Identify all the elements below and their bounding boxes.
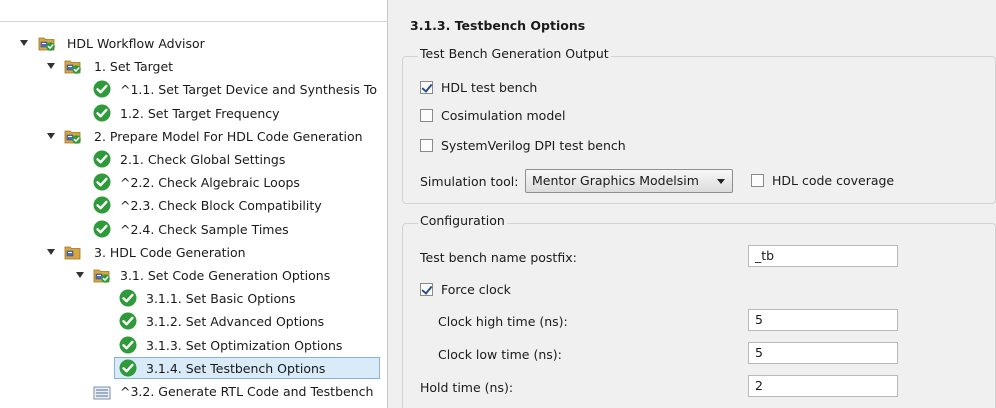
hdl-code-coverage-label: HDL code coverage — [772, 173, 895, 188]
tree-item[interactable]: 3.1.3. Set Optimization Options — [0, 334, 387, 357]
tree-item-label: 3.1. Set Code Generation Options — [120, 268, 331, 283]
systemverilog-dpi-label: SystemVerilog DPI test bench — [441, 138, 626, 153]
folder-icon — [64, 244, 82, 261]
cosimulation-model-label: Cosimulation model — [441, 108, 566, 123]
tree-item-label: 2. Prepare Model For HDL Code Generation — [94, 128, 363, 144]
tree-header-band — [0, 0, 387, 22]
tree-item[interactable]: 3.1.2. Set Advanced Options — [0, 310, 387, 333]
panel-title: 3.1.3. Testbench Options — [410, 18, 586, 33]
tree-item[interactable]: ^1.1. Set Target Device and Synthesis To — [0, 78, 387, 101]
hdl-test-bench-checkbox[interactable] — [420, 81, 433, 94]
tree-item[interactable]: 2. Prepare Model For HDL Code Generation — [0, 125, 387, 148]
tree-item-label: 3.1.2. Set Advanced Options — [146, 314, 325, 330]
tree-item-label: 2.1. Check Global Settings — [120, 152, 286, 167]
tree-item[interactable]: 3. HDL Code Generation — [0, 241, 387, 264]
passed-check-icon — [93, 220, 111, 238]
simulation-tool-label: Simulation tool: — [420, 174, 519, 189]
tree-item[interactable]: ^2.2. Check Algebraic Loops — [0, 171, 387, 194]
tree-item-label: HDL Workflow Advisor — [67, 36, 205, 51]
force-clock-checkbox[interactable] — [420, 283, 433, 296]
tree-item-label: 3.1.4. Set Testbench Options — [146, 360, 326, 376]
tree-item-label: ^1.1. Set Target Device and Synthesis To — [120, 82, 378, 98]
clock-high-time-input[interactable]: 5 — [748, 309, 898, 331]
tree-item-label: 1. Set Target — [94, 59, 174, 75]
folder-check-icon — [64, 58, 82, 75]
tree-item[interactable]: 3.1.4. Set Testbench Options — [0, 356, 387, 380]
test-bench-generation-output-label: Test Bench Generation Output — [418, 46, 611, 61]
folder-check-icon — [38, 35, 56, 52]
tree-item[interactable]: 1. Set Target — [0, 55, 387, 78]
tree-item[interactable]: HDL Workflow Advisor — [0, 32, 387, 55]
expand-triangle-icon[interactable] — [47, 63, 55, 70]
tree-item-label: ^2.2. Check Algebraic Loops — [120, 175, 300, 191]
clock-high-time-label: Clock high time (ns): — [438, 314, 568, 329]
simulation-tool-value: Mentor Graphics Modelsim — [532, 173, 699, 188]
hold-time-label: Hold time (ns): — [420, 380, 514, 395]
tree-item[interactable]: ^3.2. Generate RTL Code and Testbench — [0, 380, 387, 403]
clock-low-time-input[interactable]: 5 — [748, 342, 898, 364]
expand-triangle-icon[interactable] — [47, 132, 55, 139]
passed-check-icon — [93, 173, 111, 191]
passed-check-icon — [119, 289, 137, 307]
workflow-tree: HDL Workflow Advisor 1. Set Target ^1.1. S… — [0, 0, 388, 408]
tree-item[interactable]: ^2.3. Check Block Compatibility — [0, 194, 387, 217]
folder-check-icon — [93, 267, 111, 284]
testbench-options-panel: 3.1.3. Testbench Options Test Bench Gene… — [388, 0, 996, 408]
tree-item[interactable]: 3.1.1. Set Basic Options — [0, 287, 387, 310]
hdl-test-bench-label: HDL test bench — [441, 80, 538, 95]
passed-check-icon — [119, 359, 137, 377]
tree-item[interactable]: 3.1. Set Code Generation Options — [0, 264, 387, 287]
passed-check-icon — [93, 80, 111, 98]
simulation-tool-dropdown[interactable]: Mentor Graphics Modelsim — [525, 169, 733, 193]
passed-check-icon — [93, 196, 111, 214]
expand-triangle-icon[interactable] — [47, 248, 55, 255]
chevron-down-icon — [717, 179, 725, 184]
hdl-code-coverage-checkbox[interactable] — [751, 174, 764, 187]
tree-item[interactable]: ^2.4. Check Sample Times — [0, 218, 387, 241]
expand-triangle-icon[interactable] — [20, 40, 28, 46]
expand-triangle-icon[interactable] — [76, 272, 84, 278]
tree-item-label: ^3.2. Generate RTL Code and Testbench — [120, 384, 374, 399]
passed-check-icon — [93, 150, 111, 168]
tree-item-label: 3. HDL Code Generation — [94, 244, 246, 260]
test-bench-postfix-input[interactable]: _tb — [748, 245, 898, 267]
tree-item[interactable]: 1.2. Set Target Frequency — [0, 102, 387, 125]
test-bench-postfix-label: Test bench name postfix: — [420, 250, 577, 265]
configuration-label: Configuration — [418, 213, 507, 228]
tree-item-label: ^2.4. Check Sample Times — [120, 221, 289, 237]
tree-item-label: 3.1.3. Set Optimization Options — [146, 337, 343, 353]
passed-check-icon — [119, 312, 137, 330]
hold-time-input[interactable]: 2 — [748, 375, 898, 397]
task-doc-icon — [93, 384, 111, 400]
passed-check-icon — [119, 336, 137, 354]
systemverilog-dpi-checkbox[interactable] — [420, 139, 433, 152]
tree-item-label: 1.2. Set Target Frequency — [120, 105, 280, 121]
passed-check-icon — [93, 104, 111, 122]
tree-item-label: 3.1.1. Set Basic Options — [146, 291, 296, 307]
tree-item[interactable]: 2.1. Check Global Settings — [0, 148, 387, 171]
force-clock-label: Force clock — [441, 282, 511, 297]
tree-item-label: ^2.3. Check Block Compatibility — [120, 198, 322, 214]
clock-low-time-label: Clock low time (ns): — [438, 347, 562, 362]
folder-check-icon — [64, 128, 82, 145]
cosimulation-model-checkbox[interactable] — [420, 109, 433, 122]
